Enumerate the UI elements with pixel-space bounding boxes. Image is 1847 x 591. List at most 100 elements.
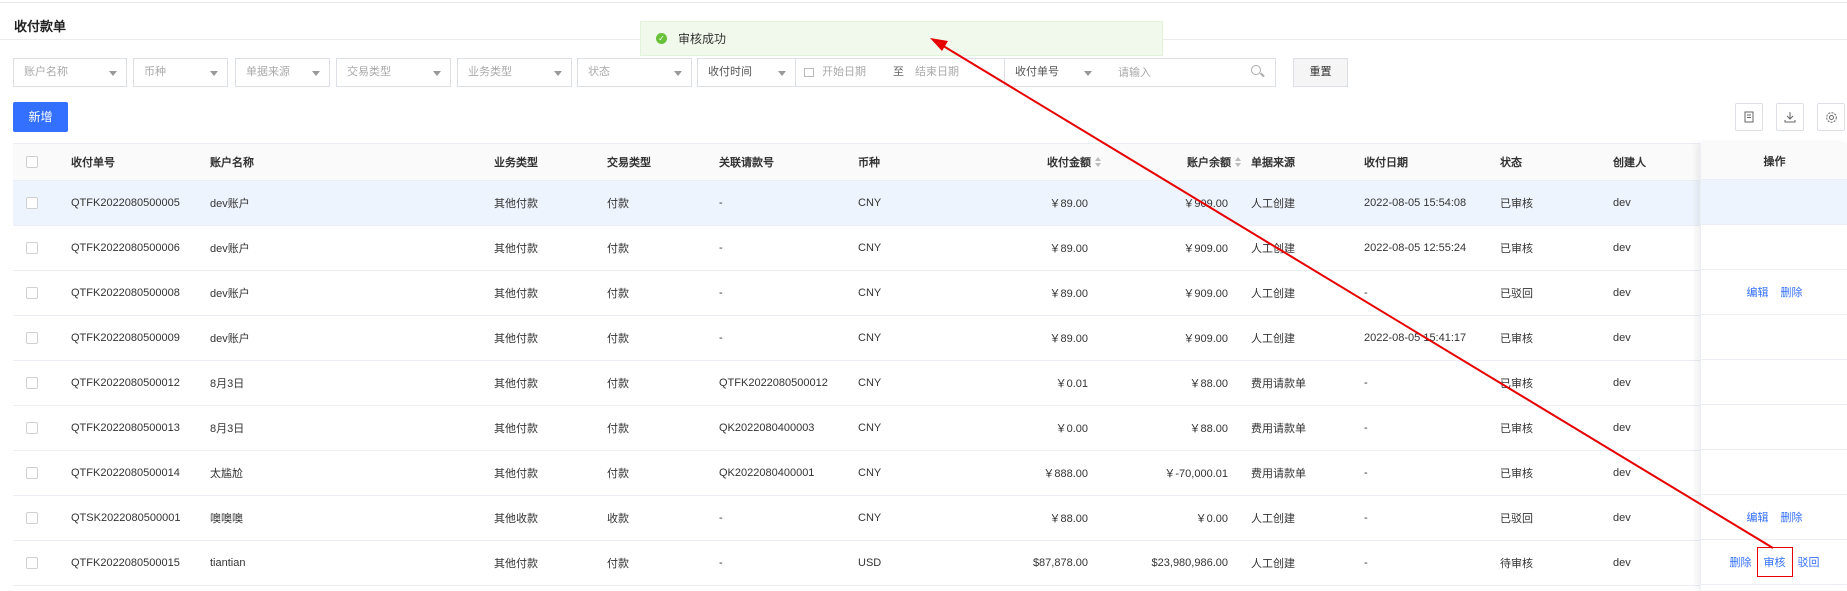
doc-source-select[interactable]: 单据来源 — [235, 58, 330, 87]
select-all-cell[interactable] — [26, 144, 38, 180]
reject-link[interactable]: 驳回 — [1798, 554, 1820, 570]
cell-creator: dev — [1613, 377, 1631, 389]
cell-currency: USD — [858, 557, 882, 569]
cell-account: dev账户 — [210, 198, 250, 210]
ops-cell: 删除 审核 驳回 — [1701, 540, 1847, 585]
sort-icon[interactable] — [1235, 156, 1241, 168]
time-type-select[interactable]: 收付时间 — [697, 58, 796, 87]
table-header-row: 收付单号 账户名称 业务类型 交易类型 关联请款号 币种 收付金额 账户余额 单… — [13, 144, 1847, 181]
row-checkbox[interactable] — [26, 422, 38, 434]
table-row[interactable]: QTFK2022080500008 dev账户 其他付款 付款 - CNY ￥8… — [13, 271, 1847, 316]
row-checkbox[interactable] — [26, 197, 38, 209]
cell-status: 已审核 — [1500, 243, 1533, 255]
col-header-balance[interactable]: 账户余额 — [1103, 144, 1241, 180]
ops-cell: 编辑 删除 — [1701, 270, 1847, 315]
col-header-date: 收付日期 — [1364, 157, 1408, 169]
cell-creator: dev — [1613, 422, 1631, 434]
delete-link[interactable]: 删除 — [1781, 284, 1803, 300]
table-row[interactable]: QTFK2022080500006 dev账户 其他付款 付款 - CNY ￥8… — [13, 226, 1847, 271]
ops-cell — [1701, 315, 1847, 360]
row-checkbox[interactable] — [26, 377, 38, 389]
edit-link[interactable]: 编辑 — [1747, 509, 1769, 525]
chevron-down-icon — [554, 71, 562, 76]
table-row[interactable]: QTFK2022080500005 dev账户 其他付款 付款 - CNY ￥8… — [13, 181, 1847, 226]
table-row[interactable]: QTSK2022080500001 噢噢噢 其他收款 收款 - CNY ￥88.… — [13, 496, 1847, 541]
cell-biz: 其他付款 — [494, 558, 538, 570]
search-input[interactable] — [1101, 58, 1276, 87]
cell-creator: dev — [1613, 467, 1631, 479]
cell-ref: QK2022080400003 — [719, 422, 815, 434]
print-button[interactable] — [1735, 103, 1763, 131]
cell-source: 人工创建 — [1251, 513, 1295, 525]
row-checkbox[interactable] — [26, 557, 38, 569]
select-all-checkbox[interactable] — [26, 156, 38, 168]
ops-cell: 编辑 删除 — [1701, 495, 1847, 540]
ops-cell — [1701, 225, 1847, 270]
account-name-select[interactable]: 账户名称 — [13, 58, 127, 87]
search-icon[interactable] — [1251, 65, 1261, 75]
date-range-separator: 至 — [893, 66, 904, 78]
table-row[interactable]: QTFK2022080500012 8月3日 其他付款 付款 QTFK20220… — [13, 361, 1847, 406]
reset-button[interactable]: 重置 — [1293, 58, 1348, 87]
cell-amount: ￥0.01 — [1055, 378, 1088, 390]
row-checkbox[interactable] — [26, 512, 38, 524]
cell-no: QTFK2022080500006 — [71, 242, 180, 254]
col-header-ops: 操作 — [1701, 143, 1847, 180]
table-row[interactable]: QTFK2022080500013 8月3日 其他付款 付款 QK2022080… — [13, 406, 1847, 451]
delete-link[interactable]: 删除 — [1781, 509, 1803, 525]
edit-link[interactable]: 编辑 — [1747, 284, 1769, 300]
cell-balance: ￥909.00 — [1183, 333, 1228, 345]
cell-currency: CNY — [858, 197, 882, 209]
approve-link[interactable]: 审核 — [1756, 547, 1793, 577]
cell-creator: dev — [1613, 512, 1631, 524]
filter-bar: 账户名称 币种 单据来源 交易类型 业务类型 状态 收付时间 开始日期 至 结束… — [13, 58, 1363, 88]
cell-amount: ￥89.00 — [1049, 198, 1088, 210]
cell-status: 已审核 — [1500, 198, 1533, 210]
cell-status: 已驳回 — [1500, 513, 1533, 525]
trade-type-select[interactable]: 交易类型 — [336, 58, 451, 87]
end-date-input[interactable]: 结束日期 — [915, 59, 959, 86]
cell-ref: QK2022080400001 — [719, 467, 815, 479]
row-checkbox[interactable] — [26, 467, 38, 479]
col-header-amount[interactable]: 收付金额 — [953, 144, 1101, 180]
status-select[interactable]: 状态 — [577, 58, 692, 87]
row-checkbox[interactable] — [26, 287, 38, 299]
sort-icon[interactable] — [1095, 156, 1101, 168]
cell-source: 费用请款单 — [1251, 378, 1306, 390]
cell-currency: CNY — [858, 422, 882, 434]
row-checkbox[interactable] — [26, 332, 38, 344]
search-field-select[interactable]: 收付单号 — [1004, 58, 1102, 87]
cell-currency: CNY — [858, 467, 882, 479]
operations-column: 操作 编辑 删除 编辑 删除 删除 审核 驳回 — [1700, 143, 1847, 590]
add-button[interactable]: 新增 — [13, 102, 68, 132]
col-header-source: 单据来源 — [1251, 157, 1295, 169]
cell-source: 人工创建 — [1251, 198, 1295, 210]
row-checkbox[interactable] — [26, 242, 38, 254]
start-date-input[interactable]: 开始日期 — [822, 59, 866, 86]
cell-balance: $23,980,986.00 — [1151, 557, 1228, 569]
cell-creator: dev — [1613, 557, 1631, 569]
table-row[interactable]: QTFK2022080500014 太尴尬 其他付款 付款 QK20220804… — [13, 451, 1847, 496]
cell-currency: CNY — [858, 242, 882, 254]
cell-no: QTFK2022080500009 — [71, 332, 180, 344]
success-toast: ✓ 审核成功 — [640, 21, 1163, 56]
delete-link[interactable]: 删除 — [1730, 554, 1752, 570]
cell-status: 已审核 — [1500, 378, 1533, 390]
print-icon — [1744, 111, 1754, 123]
chevron-down-icon — [433, 71, 441, 76]
col-header-ref: 关联请款号 — [719, 157, 774, 169]
table-row[interactable]: QTFK2022080500009 dev账户 其他付款 付款 - CNY ￥8… — [13, 316, 1847, 361]
cell-trade: 付款 — [607, 423, 629, 435]
table-row[interactable]: QTFK2022080500015 tiantian 其他付款 付款 - USD… — [13, 541, 1847, 586]
cell-amount: ￥89.00 — [1049, 288, 1088, 300]
download-button[interactable] — [1776, 103, 1804, 131]
currency-select[interactable]: 币种 — [133, 58, 228, 87]
doc-source-select-label: 单据来源 — [246, 66, 290, 78]
cell-biz: 其他付款 — [494, 378, 538, 390]
cell-status: 已审核 — [1500, 468, 1533, 480]
date-range-picker[interactable]: 开始日期 至 结束日期 — [795, 58, 1005, 87]
cell-biz: 其他收款 — [494, 513, 538, 525]
business-type-select[interactable]: 业务类型 — [457, 58, 572, 87]
settings-button[interactable] — [1817, 103, 1845, 131]
cell-ref: QTFK2022080500012 — [719, 377, 828, 389]
